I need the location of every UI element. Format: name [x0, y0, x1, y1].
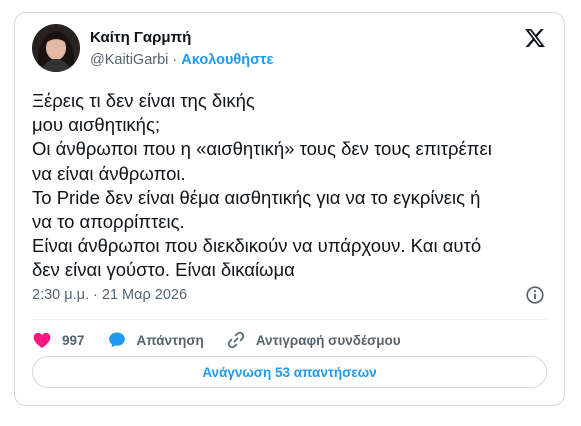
- reply-bubble-icon: [108, 332, 125, 348]
- divider: [32, 319, 547, 320]
- avatar[interactable]: [32, 24, 80, 72]
- link-icon: [227, 331, 244, 349]
- x-logo-icon[interactable]: [524, 27, 546, 49]
- tweet-line: να το απορρίπτεις.: [32, 211, 185, 233]
- copy-link-button[interactable]: Αντιγραφή συνδέσμου: [226, 330, 401, 350]
- info-icon[interactable]: [524, 284, 546, 306]
- tweet-line: Το Pride δεν είναι θέμα αισθητικής για ν…: [32, 186, 481, 208]
- author-name[interactable]: Καίτη Γαρμπή: [90, 29, 191, 46]
- avatar-image: [32, 24, 80, 72]
- tweet-line: Είναι άνθρωποι που διεκδικούν να υπάρχου…: [32, 235, 482, 257]
- read-replies-button[interactable]: Ανάγνωση 53 απαντήσεων: [32, 356, 547, 388]
- heart-icon: [33, 332, 51, 348]
- tweet-line: μου αισθητικής;: [32, 114, 161, 136]
- tweet-card: Καίτη Γαρμπή @KaitiGarbi · Ακολουθήστε Ξ…: [14, 12, 565, 406]
- tweet-text: Ξέρεις τι δεν είναι της δικής μου αισθητ…: [32, 89, 552, 283]
- like-count: 997: [62, 332, 85, 348]
- like-button[interactable]: 997: [32, 330, 85, 350]
- tweet-line: Οι άνθρωποι που η «αισθητική» τους δεν τ…: [32, 138, 492, 160]
- author-meta: @KaitiGarbi · Ακολουθήστε: [90, 52, 273, 68]
- tweet-line: Ξέρεις τι δεν είναι της δικής: [32, 90, 255, 111]
- tweet-line: να είναι άνθρωποι.: [32, 162, 186, 184]
- tweet-timestamp[interactable]: 2:30 μ.μ. · 21 Μαρ 2026: [32, 287, 187, 303]
- follow-button[interactable]: Ακολουθήστε: [181, 52, 273, 68]
- action-bar: 997 Απάντηση Αντιγραφή συνδέσμου: [32, 326, 423, 354]
- meta-separator: ·: [168, 52, 182, 68]
- reply-label: Απάντηση: [136, 332, 204, 348]
- author-handle[interactable]: @KaitiGarbi: [90, 52, 168, 68]
- tweet-line: δεν είναι γούστο. Είναι δικαίωμα: [32, 259, 295, 281]
- copy-link-label: Αντιγραφή συνδέσμου: [255, 332, 401, 348]
- reply-button[interactable]: Απάντηση: [107, 330, 204, 350]
